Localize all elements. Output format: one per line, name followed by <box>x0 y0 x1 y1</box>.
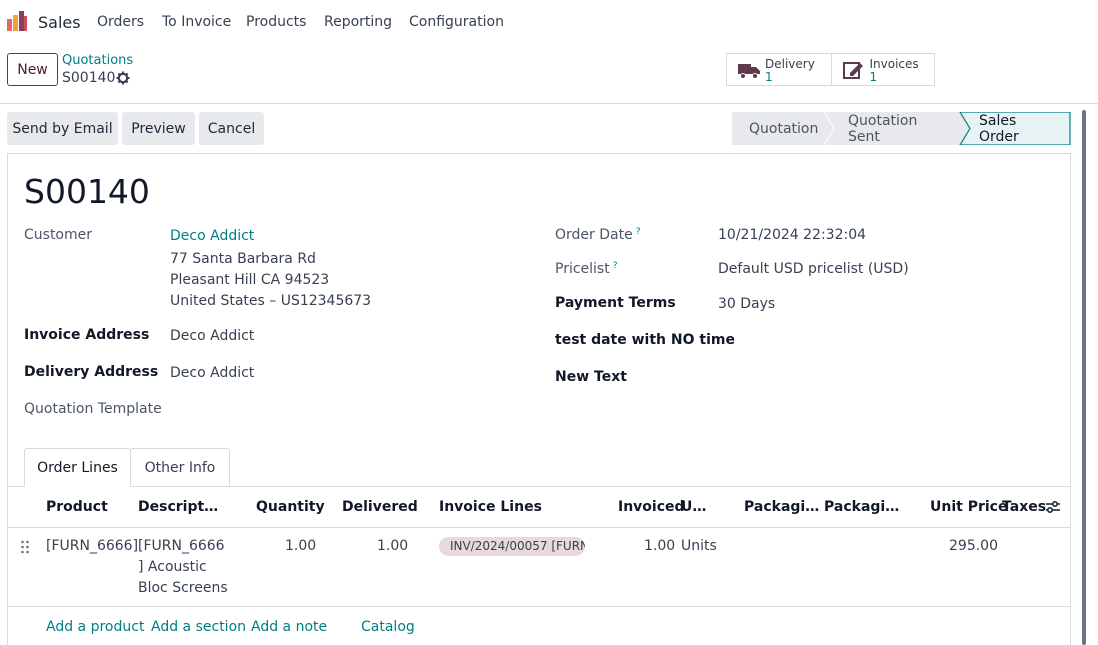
row-description-line-1: [FURN_6666 <box>138 538 225 554</box>
stage-quotation[interactable]: Quotation <box>749 112 818 145</box>
row-unit-price[interactable]: 295.00 <box>949 538 998 554</box>
pricelist-label: Pricelist? <box>555 261 618 277</box>
pricelist-label-text: Pricelist <box>555 261 610 277</box>
invoices-count: 1 <box>869 70 878 84</box>
invoices-smart-button[interactable]: Invoices 1 <box>830 54 935 85</box>
menu-orders[interactable]: Orders <box>97 14 144 30</box>
delivery-count: 1 <box>765 70 773 84</box>
menu-products[interactable]: Products <box>246 14 306 30</box>
invoice-address-label: Invoice Address <box>24 327 150 343</box>
col-packaging-qty[interactable]: Packagi… <box>744 499 819 515</box>
new-text-label: New Text <box>555 369 627 385</box>
pricelist-help-icon[interactable]: ? <box>613 261 618 271</box>
invoice-address-field[interactable]: Deco Addict <box>170 328 254 344</box>
col-invoice-lines[interactable]: Invoice Lines <box>439 499 542 515</box>
row-description-line-3: Bloc Screens <box>138 580 228 596</box>
catalog-link[interactable]: Catalog <box>361 619 415 635</box>
breadcrumb-current-record: S00140 <box>62 70 116 86</box>
pricelist-field[interactable]: Default USD pricelist (USD) <box>718 261 909 277</box>
col-uom[interactable]: U… <box>681 499 706 515</box>
customer-label: Customer <box>24 227 93 243</box>
sales-app-logo-icon[interactable] <box>6 10 28 32</box>
optional-columns-icon[interactable] <box>1045 500 1061 514</box>
stage-sales-order[interactable]: Sales Order <box>979 112 1019 145</box>
address-line-2: Pleasant Hill CA 94523 <box>170 272 330 288</box>
row-product[interactable]: [FURN_6666] <box>46 538 138 554</box>
invoices-label: Invoices <box>869 57 919 71</box>
col-taxes[interactable]: Taxes <box>1002 499 1046 515</box>
address-line-3: United States – US12345673 <box>170 293 372 309</box>
app-name[interactable]: Sales <box>38 13 81 32</box>
menu-configuration[interactable]: Configuration <box>409 14 504 30</box>
address-line-1: 77 Santa Barbara Rd <box>170 251 316 267</box>
menu-to-invoice[interactable]: To Invoice <box>162 14 231 30</box>
col-delivered[interactable]: Delivered <box>342 499 418 515</box>
col-product[interactable]: Product <box>46 499 108 515</box>
top-navbar: Sales Orders To Invoice Products Reporti… <box>0 0 1098 44</box>
col-packaging[interactable]: Packagi… <box>824 499 899 515</box>
add-product-link[interactable]: Add a product <box>46 619 144 635</box>
delivery-label: Delivery <box>765 57 815 71</box>
tab-order-lines[interactable]: Order Lines <box>24 448 131 487</box>
send-by-email-button[interactable]: Send by Email <box>7 112 118 145</box>
record-title: S00140 <box>24 172 150 211</box>
tab-other-info[interactable]: Other Info <box>130 448 230 487</box>
payment-terms-field[interactable]: 30 Days <box>718 296 775 312</box>
row-delivered: 1.00 <box>377 538 409 554</box>
delivery-address-field[interactable]: Deco Addict <box>170 365 254 381</box>
row-description-line-2: ] Acoustic <box>138 559 207 575</box>
order-date-label-text: Order Date <box>555 227 633 243</box>
row-divider <box>8 606 1070 607</box>
new-button[interactable]: New <box>7 53 58 86</box>
breadcrumb-quotations[interactable]: Quotations <box>62 53 133 68</box>
header-divider <box>0 103 1098 104</box>
customer-link[interactable]: Deco Addict <box>170 228 254 244</box>
add-note-link[interactable]: Add a note <box>251 619 327 635</box>
drag-handle-icon[interactable] <box>20 540 30 554</box>
col-quantity[interactable]: Quantity <box>256 499 325 515</box>
test-date-label: test date with NO time <box>555 332 735 348</box>
order-date-help-icon[interactable]: ? <box>636 227 641 237</box>
order-date-label: Order Date? <box>555 227 640 243</box>
smart-buttons: Delivery 1 Invoices 1 <box>726 53 935 86</box>
preview-button[interactable]: Preview <box>122 112 195 145</box>
row-uom: Units <box>681 538 717 554</box>
menu-reporting[interactable]: Reporting <box>324 14 392 30</box>
scrollbar[interactable] <box>1082 110 1086 645</box>
col-description[interactable]: Descript… <box>138 499 218 515</box>
delivery-address-label: Delivery Address <box>24 364 159 380</box>
delivery-smart-button[interactable]: Delivery 1 <box>727 54 831 85</box>
row-quantity[interactable]: 1.00 <box>285 538 316 554</box>
col-unit-price[interactable]: Unit Price <box>930 499 1007 515</box>
stage-quotation-sent[interactable]: Quotation Sent <box>848 112 917 145</box>
header-row-divider <box>8 527 1070 528</box>
order-date-field[interactable]: 10/21/2024 22:32:04 <box>718 227 866 243</box>
payment-terms-label: Payment Terms <box>555 295 676 311</box>
truck-icon <box>738 64 760 79</box>
row-invoiced: 1.00 <box>644 538 676 554</box>
add-section-link[interactable]: Add a section <box>151 619 246 635</box>
gear-icon[interactable] <box>116 71 130 85</box>
cancel-button[interactable]: Cancel <box>199 112 264 145</box>
row-invoice-line-badge[interactable]: INV/2024/00057 [FURN <box>439 537 585 556</box>
invoice-edit-icon <box>842 62 863 79</box>
col-invoiced[interactable]: Invoiced <box>618 499 685 515</box>
quotation-template-label: Quotation Template <box>24 401 162 417</box>
